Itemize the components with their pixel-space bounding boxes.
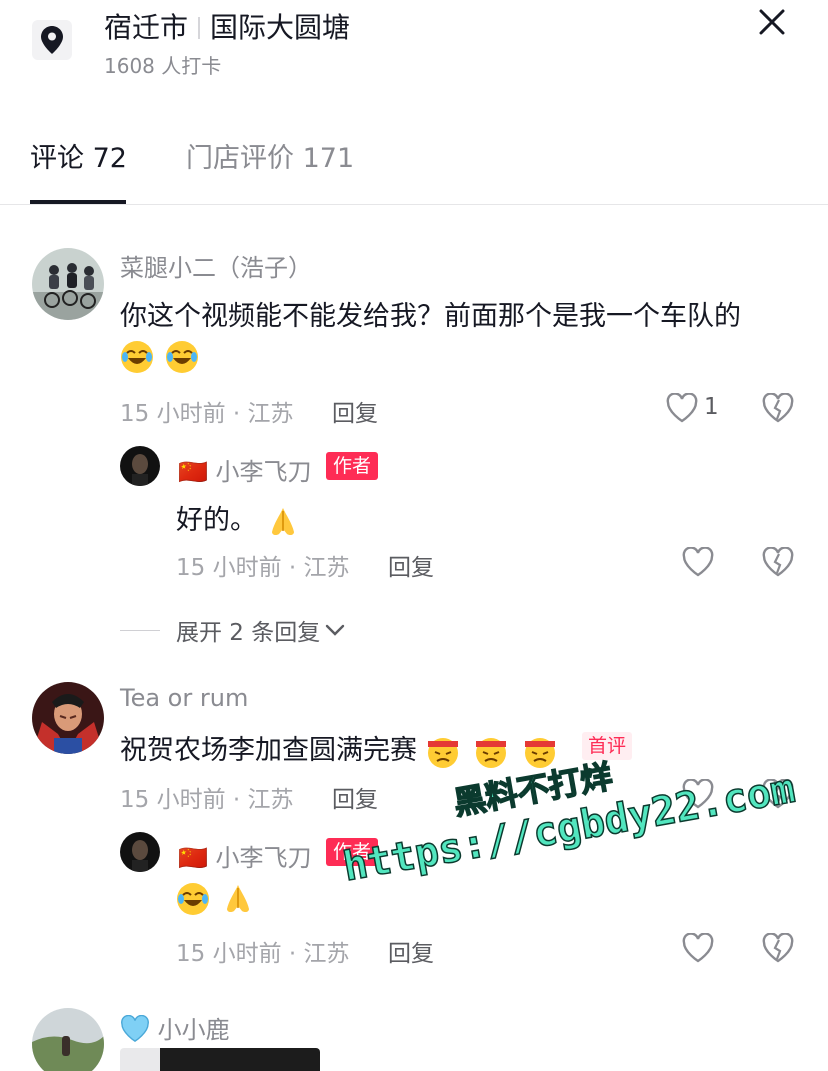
- heart-icon: [682, 547, 714, 577]
- china-flag-icon: 🇨🇳: [178, 844, 208, 872]
- dislike-button[interactable]: [760, 544, 796, 580]
- place-name: 国际大圆塘: [210, 11, 351, 44]
- reply-author-name: 小李飞刀: [215, 844, 312, 872]
- comment-author[interactable]: 小小鹿: [120, 1010, 230, 1045]
- china-flag-icon: 🇨🇳: [178, 458, 208, 486]
- title-divider: [198, 17, 201, 39]
- city-name: 宿迁市: [104, 11, 189, 44]
- active-tab-indicator: [30, 200, 126, 204]
- light-blue-heart-icon: [121, 1014, 149, 1042]
- tab-comments[interactable]: 评论 72: [30, 136, 127, 175]
- avatar[interactable]: [120, 446, 160, 486]
- expand-replies-button[interactable]: 展开 2 条回复: [120, 614, 346, 646]
- comment-meta: 15 小时前 · 江苏: [120, 401, 294, 427]
- author-avatar-image: [120, 832, 160, 872]
- reply-author[interactable]: 🇨🇳 小李飞刀: [178, 452, 312, 487]
- reply-author-name: 小李飞刀: [215, 458, 312, 486]
- comment-text: 你这个视频能不能发给我？前面那个是我一个车队的: [120, 301, 741, 332]
- heart-icon: [666, 393, 698, 423]
- reply-emoji-row: [176, 882, 261, 916]
- superhero-avatar-image: [32, 682, 104, 754]
- location-header: 宿迁市 国际大圆塘 1608 人打卡: [0, 0, 828, 100]
- like-button[interactable]: [680, 930, 716, 966]
- praying-hands-emoji-icon: [271, 507, 294, 535]
- reply-button[interactable]: 回复: [332, 394, 378, 428]
- comment-author-name: 小小鹿: [157, 1016, 230, 1044]
- dislike-button[interactable]: [760, 930, 796, 966]
- reply-author[interactable]: 🇨🇳 小李飞刀: [178, 838, 312, 873]
- location-title[interactable]: 宿迁市 国际大圆塘: [104, 6, 350, 46]
- comment-meta: 15 小时前 · 江苏: [120, 787, 294, 813]
- avatar[interactable]: [120, 832, 160, 872]
- close-button[interactable]: [752, 2, 792, 42]
- tab-store-reviews[interactable]: 门店评价 171: [186, 136, 354, 175]
- cyclists-avatar-image: [32, 248, 104, 320]
- location-pin-button[interactable]: [32, 20, 72, 60]
- location-pin-icon: [41, 26, 63, 54]
- laughing-crying-emoji-icon: [121, 341, 153, 373]
- like-button[interactable]: [680, 544, 716, 580]
- laughing-crying-emoji-icon: [177, 883, 209, 915]
- comment-emoji-row: [120, 340, 205, 374]
- author-badge: 作者: [326, 452, 379, 480]
- like-button[interactable]: [664, 390, 700, 426]
- reply-button[interactable]: 回复: [388, 934, 434, 968]
- reply-meta: 15 小时前 · 江苏: [176, 941, 350, 967]
- heart-icon: [682, 933, 714, 963]
- dislike-button[interactable]: [760, 390, 796, 426]
- checkin-count: 1608 人打卡: [104, 54, 222, 78]
- comment-image-thumbnail[interactable]: [120, 1048, 320, 1071]
- broken-heart-icon: [762, 393, 794, 423]
- like-count: 1: [704, 394, 719, 420]
- avatar[interactable]: [32, 682, 104, 754]
- author-avatar-image: [120, 446, 160, 486]
- broken-heart-icon: [762, 933, 794, 963]
- laughing-crying-emoji-icon: [166, 341, 199, 373]
- broken-heart-icon: [762, 547, 794, 577]
- expand-divider-line: [120, 629, 160, 631]
- reply-button[interactable]: 回复: [388, 548, 434, 582]
- expand-replies-label: 展开 2 条回复: [176, 620, 321, 646]
- reply-text: 好的。: [176, 505, 257, 536]
- landscape-avatar-image: [32, 1008, 104, 1071]
- comment-author-name[interactable]: 菜腿小二（浩子）: [120, 248, 312, 283]
- avatar[interactable]: [32, 248, 104, 320]
- comment-tabs: 评论 72 门店评价 171: [0, 128, 828, 205]
- comment-text: 祝贺农场李加查圆满完赛: [120, 735, 417, 766]
- comment-author-name[interactable]: Tea or rum: [120, 684, 248, 712]
- angry-headband-emoji-icon: [427, 737, 458, 768]
- praying-hands-emoji-icon: [227, 885, 250, 913]
- reply-meta: 15 小时前 · 江苏: [176, 555, 350, 581]
- chevron-down-icon: [326, 624, 345, 636]
- avatar[interactable]: [32, 1008, 104, 1071]
- close-icon: [759, 9, 785, 35]
- reply-text-row: 好的。: [176, 498, 306, 539]
